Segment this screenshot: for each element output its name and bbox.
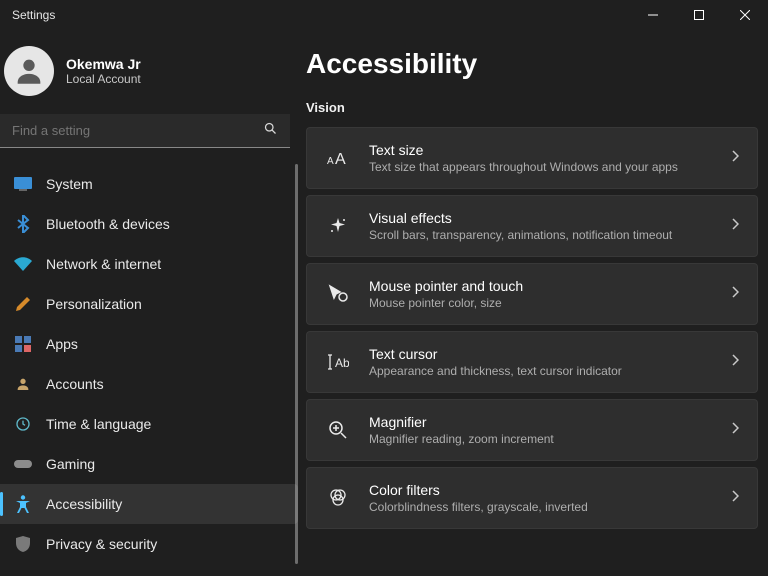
maximize-button[interactable]	[676, 0, 722, 30]
card-subtitle: Appearance and thickness, text cursor in…	[369, 364, 713, 378]
card-magnifier[interactable]: Magnifier Magnifier reading, zoom increm…	[306, 399, 758, 461]
accessibility-icon	[14, 495, 32, 513]
search-icon	[263, 121, 278, 141]
sidebar-item-label: Bluetooth & devices	[46, 216, 170, 232]
profile-account: Local Account	[66, 72, 141, 86]
avatar	[4, 46, 54, 96]
text-size-icon: AA	[325, 145, 351, 171]
sidebar-item-label: Personalization	[46, 296, 142, 312]
sidebar-item-time[interactable]: Time & language	[0, 404, 298, 444]
sidebar-item-accounts[interactable]: Accounts	[0, 364, 298, 404]
card-title: Visual effects	[369, 210, 713, 226]
system-icon	[14, 175, 32, 193]
section-label: Vision	[306, 100, 758, 115]
bluetooth-icon	[14, 215, 32, 233]
paintbrush-icon	[14, 295, 32, 313]
gaming-icon	[14, 455, 32, 473]
color-filters-icon	[325, 485, 351, 511]
svg-text:Ab: Ab	[335, 356, 349, 370]
sidebar-item-label: Privacy & security	[46, 536, 157, 552]
sidebar-item-label: Apps	[46, 336, 78, 352]
search-input[interactable]	[12, 123, 263, 138]
chevron-right-icon	[731, 149, 739, 167]
card-title: Text cursor	[369, 346, 713, 362]
sidebar-item-accessibility[interactable]: Accessibility	[0, 484, 298, 524]
sidebar-item-apps[interactable]: Apps	[0, 324, 298, 364]
chevron-right-icon	[731, 421, 739, 439]
shield-icon	[14, 535, 32, 553]
search-box[interactable]	[0, 114, 290, 148]
sidebar-item-bluetooth[interactable]: Bluetooth & devices	[0, 204, 298, 244]
profile-name: Okemwa Jr	[66, 56, 141, 72]
sidebar-item-system[interactable]: System	[0, 164, 298, 204]
content-area: Accessibility Vision AA Text size Text s…	[298, 30, 768, 576]
nav-list: System Bluetooth & devices Network & int…	[0, 164, 298, 564]
sidebar-item-personalization[interactable]: Personalization	[0, 284, 298, 324]
apps-icon	[14, 335, 32, 353]
card-subtitle: Colorblindness filters, grayscale, inver…	[369, 500, 713, 514]
sparkle-icon	[325, 213, 351, 239]
sidebar-item-label: Time & language	[46, 416, 151, 432]
mouse-pointer-icon	[325, 281, 351, 307]
card-subtitle: Text size that appears throughout Window…	[369, 160, 713, 174]
sidebar-item-label: System	[46, 176, 93, 192]
text-cursor-icon: Ab	[325, 349, 351, 375]
sidebar-item-gaming[interactable]: Gaming	[0, 444, 298, 484]
sidebar-item-network[interactable]: Network & internet	[0, 244, 298, 284]
magnifier-icon	[325, 417, 351, 443]
accounts-icon	[14, 375, 32, 393]
wifi-icon	[14, 255, 32, 273]
card-title: Color filters	[369, 482, 713, 498]
card-title: Mouse pointer and touch	[369, 278, 713, 294]
card-text-cursor[interactable]: Ab Text cursor Appearance and thickness,…	[306, 331, 758, 393]
sidebar-item-label: Network & internet	[46, 256, 161, 272]
sidebar-item-label: Gaming	[46, 456, 95, 472]
card-subtitle: Mouse pointer color, size	[369, 296, 713, 310]
card-visual-effects[interactable]: Visual effects Scroll bars, transparency…	[306, 195, 758, 257]
chevron-right-icon	[731, 489, 739, 507]
card-text-size[interactable]: AA Text size Text size that appears thro…	[306, 127, 758, 189]
profile-block[interactable]: Okemwa Jr Local Account	[0, 46, 298, 114]
page-title: Accessibility	[306, 48, 758, 80]
titlebar: Settings	[0, 0, 768, 30]
minimize-button[interactable]	[630, 0, 676, 30]
clock-icon	[14, 415, 32, 433]
card-title: Text size	[369, 142, 713, 158]
card-title: Magnifier	[369, 414, 713, 430]
svg-text:A: A	[335, 151, 346, 167]
card-mouse-pointer[interactable]: Mouse pointer and touch Mouse pointer co…	[306, 263, 758, 325]
card-subtitle: Scroll bars, transparency, animations, n…	[369, 228, 713, 242]
card-subtitle: Magnifier reading, zoom increment	[369, 432, 713, 446]
close-button[interactable]	[722, 0, 768, 30]
sidebar-item-label: Accessibility	[46, 496, 122, 512]
svg-text:A: A	[327, 156, 334, 167]
sidebar-item-label: Accounts	[46, 376, 104, 392]
chevron-right-icon	[731, 285, 739, 303]
app-title: Settings	[12, 8, 55, 22]
sidebar: Okemwa Jr Local Account System Bluetooth…	[0, 30, 298, 576]
chevron-right-icon	[731, 353, 739, 371]
chevron-right-icon	[731, 217, 739, 235]
card-color-filters[interactable]: Color filters Colorblindness filters, gr…	[306, 467, 758, 529]
sidebar-item-privacy[interactable]: Privacy & security	[0, 524, 298, 564]
